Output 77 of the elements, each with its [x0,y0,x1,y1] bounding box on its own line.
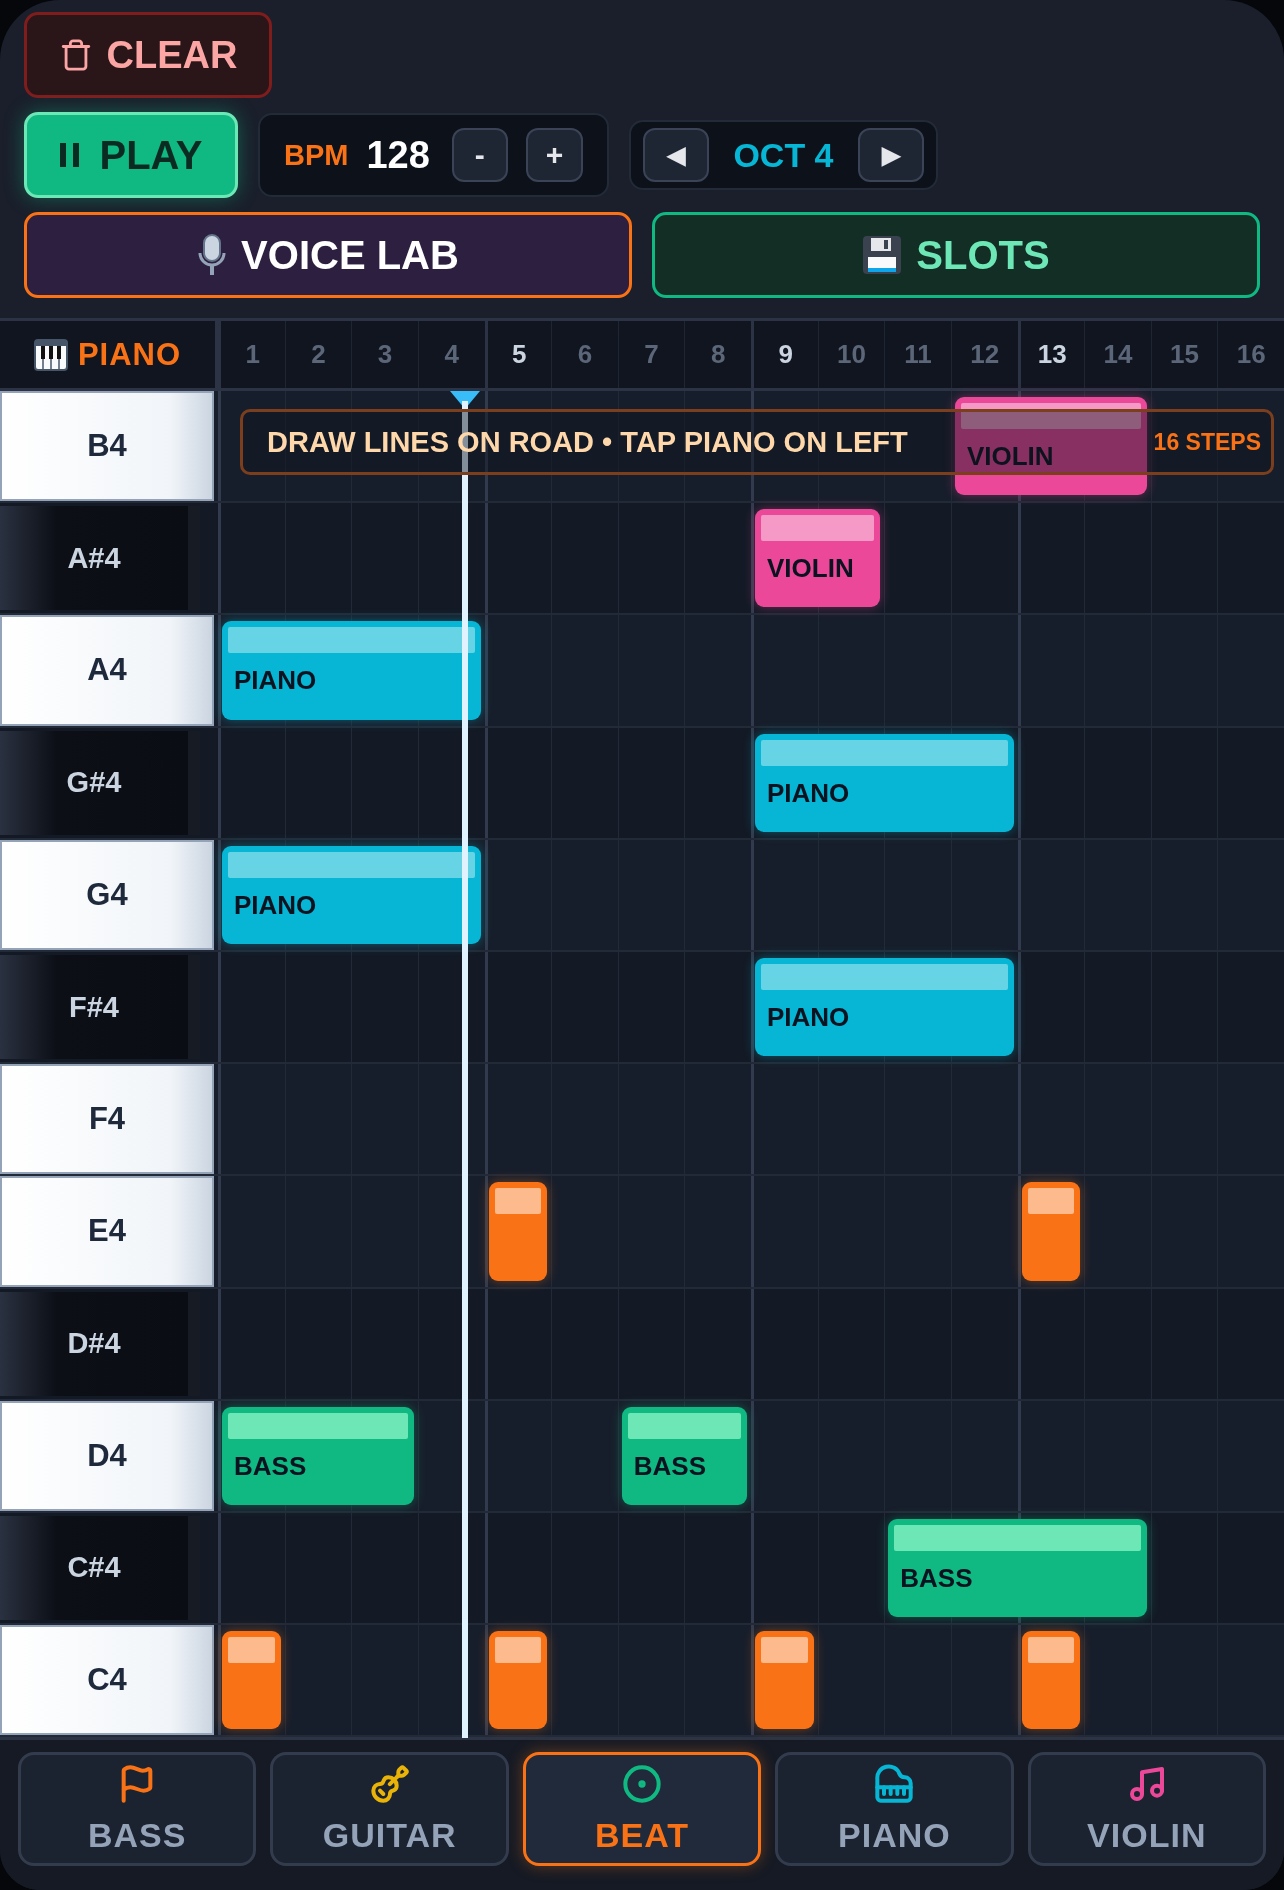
step-number: 10 [817,321,885,388]
note-block[interactable]: PIANO [755,733,1014,832]
note-block[interactable] [1021,1631,1081,1730]
microphone-icon [197,233,228,277]
note-block[interactable]: VIOLIN [755,509,881,608]
step-number: 9 [751,321,818,388]
note-stripe [1027,1637,1075,1664]
step-number: 11 [884,321,951,388]
note-block[interactable] [488,1631,548,1730]
note-block[interactable]: BASS [222,1406,414,1505]
instrument-tab[interactable]: GUITAR [270,1752,509,1866]
step-number: 8 [684,321,751,388]
play-button[interactable]: PLAY [24,112,238,198]
piano-key[interactable]: A4 [0,615,214,726]
instrument-tab[interactable]: VIOLIN [1027,1752,1266,1866]
voice-lab-button[interactable]: VOICE LAB [24,212,632,298]
note-stripe [761,1637,808,1664]
note-stripe [494,1637,542,1664]
note-block[interactable]: PIANO [222,845,481,944]
hint-text: DRAW LINES ON ROAD • TAP PIANO ON LEFT [267,425,908,459]
octave-label: OCT 4 [732,135,835,175]
piano-keys-icon [33,338,68,371]
bpm-label: BPM [284,138,349,172]
note-block[interactable]: BASS [621,1406,747,1505]
step-number: 13 [1017,321,1085,388]
step-number: 2 [284,321,352,388]
piano-key[interactable]: E4 [0,1176,214,1287]
note-label: VIOLIN [965,441,1054,472]
pause-icon [59,141,82,169]
step-number: 3 [351,321,418,388]
decrease-button[interactable]: - [451,128,508,182]
step-number: 15 [1150,321,1218,388]
note-stripe [1027,1188,1075,1215]
step-number: 12 [950,321,1018,388]
note-label: BASS [899,1562,973,1594]
piano-key[interactable]: B4 [0,391,214,502]
piano-key[interactable]: D4 [0,1400,214,1511]
note-label: BASS [233,1450,307,1482]
piano-icon [874,1763,915,1804]
step-number: 7 [617,321,685,388]
instrument-label: PIANO [77,336,182,373]
note-block[interactable] [488,1182,548,1281]
step-number: 1 [218,321,285,388]
next-octave-button[interactable]: ▶ [857,128,924,182]
increase-button[interactable]: + [525,128,584,182]
step-number: 5 [484,321,552,388]
step-number: 14 [1084,321,1151,388]
clear-button[interactable]: CLEAR [24,12,272,98]
note-block[interactable]: PIANO [222,621,481,720]
note-label: VIOLIN [766,553,854,585]
note-stripe [228,1637,275,1664]
step-count: 16 STEPS [1153,428,1261,456]
piano-key[interactable]: C4 [0,1625,214,1736]
previous-octave-button[interactable]: ◀ [643,128,710,182]
note-block[interactable]: PIANO [755,957,1014,1057]
step-number: 4 [417,321,485,388]
piano-key[interactable]: F4 [0,1064,214,1175]
note-block[interactable] [1021,1182,1081,1281]
note-label: PIANO [766,777,850,809]
instrument-tab[interactable]: PIANO [775,1752,1014,1866]
step-number: 6 [551,321,618,388]
step-number: 16 [1217,321,1284,388]
note-stripe [494,1188,542,1215]
note-block[interactable] [755,1631,814,1730]
note-block[interactable]: BASS [888,1518,1147,1618]
bpm-value: 128 [366,133,430,177]
target-icon [622,1763,662,1804]
note-label: BASS [632,1450,706,1482]
instrument-tab[interactable]: BEAT [522,1752,762,1866]
piano-key[interactable]: G4 [0,839,214,950]
note-label: PIANO [766,1001,850,1033]
slots-button[interactable]: SLOTS [652,212,1260,298]
note-label: PIANO [233,665,317,697]
note-label: PIANO [233,889,317,921]
instrument-tab[interactable]: BASS [18,1752,257,1866]
note-block[interactable] [222,1631,281,1730]
guitar-icon [369,1763,410,1804]
